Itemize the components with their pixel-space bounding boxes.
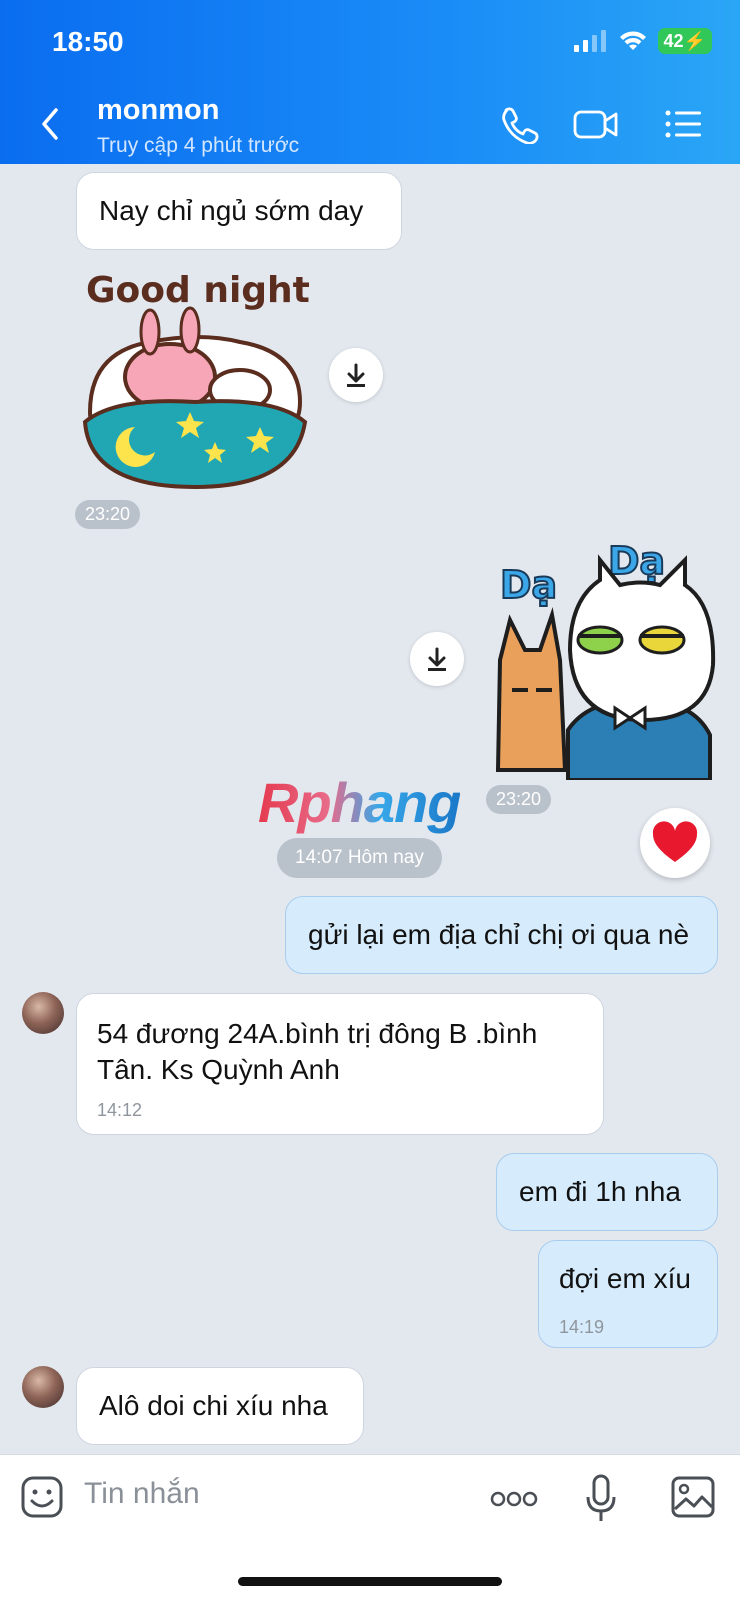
- battery-indicator: 42⚡: [657, 28, 712, 54]
- sticker-emoji-icon[interactable]: [20, 1475, 64, 1519]
- sticker-caption-left: Dạ: [500, 563, 557, 607]
- microphone-icon[interactable]: [584, 1473, 618, 1525]
- message-text: Alô doi chi xíu nha: [99, 1390, 328, 1421]
- message-time: 23:20: [486, 785, 552, 814]
- message-time: 14:19: [559, 1317, 605, 1337]
- signal-icon: [573, 30, 606, 52]
- avatar[interactable]: [22, 992, 64, 1034]
- sticker-caption-right: Dạ: [608, 540, 665, 583]
- avatar[interactable]: [22, 1366, 64, 1408]
- watermark-logo: Rphang: [258, 771, 461, 834]
- message-text-line: 54 đương 24A.bình trị đông B .bình: [97, 1018, 538, 1049]
- message-text: đợi em xíu: [559, 1263, 691, 1294]
- date-divider: 14:07 Hôm nay: [277, 838, 442, 878]
- message-time: 23:20: [75, 500, 141, 529]
- download-button[interactable]: [410, 632, 464, 686]
- message-bubble-sent[interactable]: em đi 1h nha: [496, 1153, 718, 1231]
- last-seen-status: Truy cập 4 phút trước: [97, 134, 300, 157]
- phone-call-icon[interactable]: [496, 104, 544, 144]
- chat-header: 18:50 42⚡ monmon Truy cập 4 phút trước: [0, 0, 740, 164]
- heart-icon: [652, 821, 698, 862]
- status-time: 18:50: [52, 26, 124, 57]
- battery-level: 42: [663, 31, 684, 51]
- message-time: 14:12: [97, 1100, 143, 1120]
- status-icons: 42⚡: [573, 28, 712, 54]
- back-icon[interactable]: [36, 104, 66, 144]
- download-icon: [347, 363, 365, 387]
- message-bubble-received[interactable]: 54 đương 24A.bình trị đông B .bình Tân. …: [76, 993, 604, 1135]
- wifi-icon: [619, 31, 646, 50]
- message-text-line: Tân. Ks Quỳnh Anh: [97, 1054, 340, 1085]
- message-input[interactable]: Tin nhắn: [84, 1477, 200, 1511]
- message-text: Nay chỉ ngủ sớm day: [99, 195, 364, 226]
- home-indicator: [238, 1577, 502, 1586]
- message-bubble-received[interactable]: Alô doi chi xíu nha: [76, 1367, 364, 1445]
- more-options-icon[interactable]: [490, 1489, 538, 1509]
- sticker-caption: Good night: [86, 270, 310, 311]
- message-text: em đi 1h nha: [519, 1176, 681, 1207]
- menu-list-icon[interactable]: [662, 104, 710, 144]
- message-text: gửi lại em địa chỉ chị ơi qua nè: [308, 919, 690, 950]
- contact-name[interactable]: monmon: [97, 94, 219, 127]
- reaction-button[interactable]: [640, 808, 710, 878]
- sticker-good-night[interactable]: Good night: [80, 262, 310, 492]
- sticker-da-da[interactable]: Dạ Dạ: [490, 540, 716, 780]
- video-call-icon[interactable]: [572, 104, 620, 144]
- message-bubble-sent[interactable]: đợi em xíu 14:19: [538, 1240, 718, 1348]
- download-button[interactable]: [329, 348, 383, 402]
- download-icon: [428, 647, 446, 671]
- image-gallery-icon[interactable]: [670, 1475, 716, 1519]
- message-bubble-received[interactable]: Nay chỉ ngủ sớm day: [76, 172, 402, 250]
- message-bubble-sent[interactable]: gửi lại em địa chỉ chị ơi qua nè: [285, 896, 718, 974]
